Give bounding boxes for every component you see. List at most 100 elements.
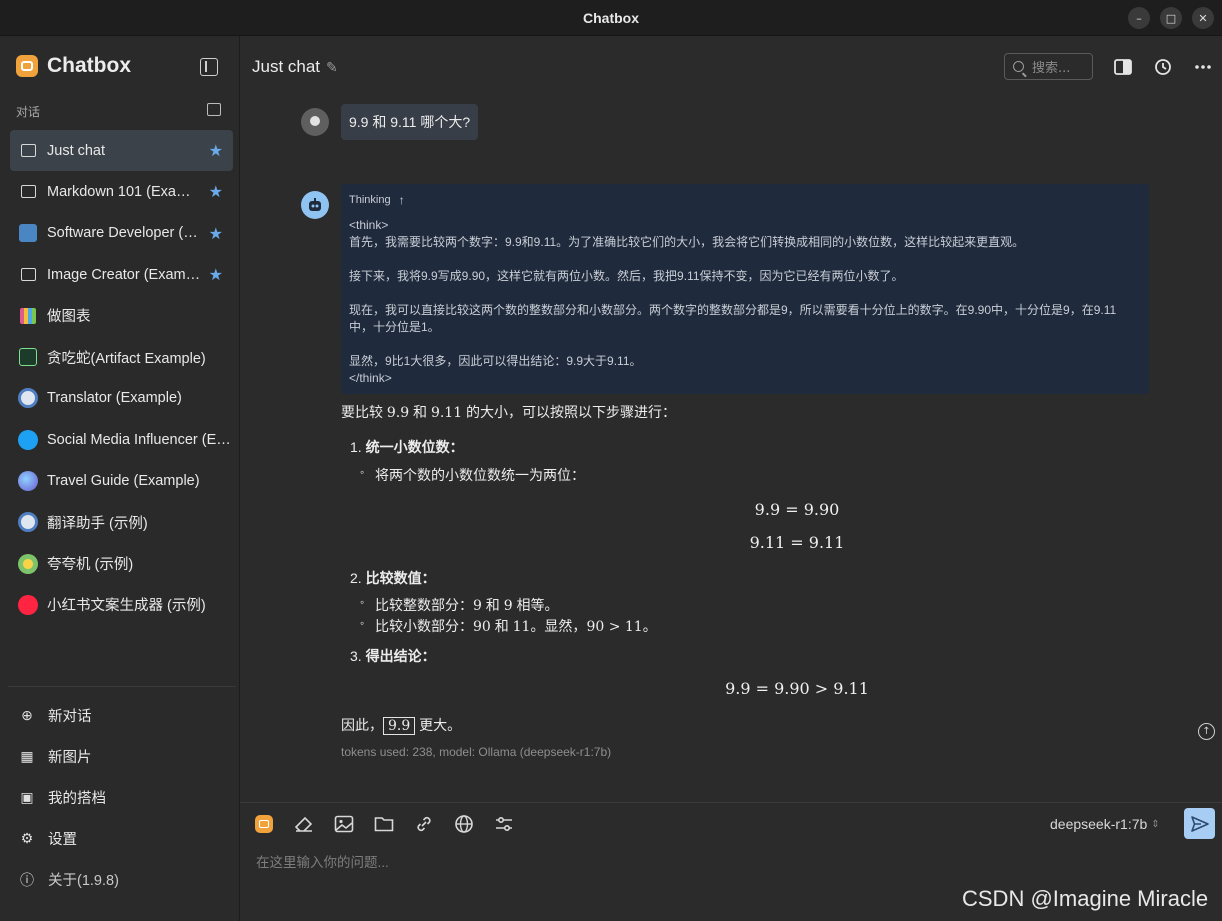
- gear-icon: ⚙: [20, 830, 34, 846]
- snake-avatar-icon: [18, 347, 38, 367]
- chat-main: Just chat ✎ 搜索... 9.9 和 9.11 哪个大? Thinki…: [240, 36, 1222, 921]
- answer-conclusion: 因此， 9.9 更大。: [341, 715, 461, 735]
- maximize-icon[interactable]: □: [1160, 7, 1182, 29]
- history-icon[interactable]: [1154, 58, 1172, 76]
- model-selector[interactable]: deepseek-r1:7b ⇕: [1050, 816, 1160, 832]
- conversation-item-just-chat[interactable]: Just chat ★: [10, 130, 233, 172]
- conversation-label: 做图表: [47, 309, 91, 326]
- step-title: 统一小数位数: [365, 439, 450, 455]
- close-icon[interactable]: ✕: [1192, 7, 1214, 29]
- message-input[interactable]: 在这里输入你的问题...: [256, 851, 389, 871]
- conversation-label: Translator (Example): [47, 390, 182, 407]
- send-button[interactable]: [1184, 808, 1215, 839]
- search-placeholder: 搜索...: [1032, 61, 1071, 76]
- about-label: 关于(1.9.8): [48, 873, 119, 889]
- thinking-line: 接下来，我将9.9写成9.90，这样它就有两位小数。然后，我把9.11保持不变，…: [349, 269, 904, 283]
- conversation-item-snake[interactable]: 贪吃蛇(Artifact Example): [10, 336, 233, 377]
- search-icon: [1013, 61, 1024, 72]
- conversation-label: 贪吃蛇(Artifact Example): [47, 350, 206, 367]
- conversation-item-travel-guide[interactable]: Travel Guide (Example): [10, 460, 233, 501]
- star-icon[interactable]: ★: [209, 224, 223, 244]
- star-icon[interactable]: ★: [209, 141, 223, 161]
- step-1: 1. 统一小数位数：: [350, 439, 464, 455]
- watermark: CSDN @Imagine Miracle: [962, 886, 1209, 911]
- settings-sliders-icon[interactable]: [493, 813, 515, 835]
- settings-label: 设置: [48, 832, 77, 848]
- user-message: 9.9 和 9.11 哪个大?: [341, 104, 479, 140]
- send-icon: [1190, 815, 1209, 832]
- conversation-label: Image Creator (Example): [47, 266, 202, 283]
- xiaohongshu-avatar-icon: [18, 594, 38, 615]
- more-options-icon[interactable]: [1194, 58, 1212, 76]
- conversation-item-translator[interactable]: Translator (Example): [10, 378, 233, 419]
- answer-intro: 要比较 9.9 和 9.11 的大小，可以按照以下步骤进行：: [341, 402, 676, 422]
- user-avatar: [301, 108, 329, 136]
- search-input[interactable]: 搜索...: [1004, 53, 1093, 80]
- image-upload-icon[interactable]: [333, 813, 355, 835]
- window-titlebar: Chatbox – □ ✕: [0, 0, 1222, 36]
- text: 因此，: [341, 717, 383, 733]
- thinking-line: [349, 251, 1141, 268]
- conversation-item-markdown[interactable]: Markdown 101 (Example) ★: [10, 171, 233, 212]
- conversation-item-chart[interactable]: 做图表: [10, 295, 233, 336]
- math-inline: 9.11: [430, 405, 463, 421]
- chatbox-logo-icon[interactable]: [253, 813, 275, 835]
- math-inline: 9: [473, 598, 482, 614]
- chat-title[interactable]: Just chat ✎: [252, 57, 338, 77]
- archive-icon[interactable]: [207, 103, 221, 116]
- folder-icon[interactable]: [373, 813, 395, 835]
- globe-icon[interactable]: [453, 813, 475, 835]
- about-button[interactable]: ⓘ 关于(1.9.8): [8, 859, 236, 900]
- settings-button[interactable]: ⚙ 设置: [8, 818, 236, 859]
- conversation-item-xiaohongshu[interactable]: 小红书文案生成器 (示例): [10, 584, 233, 625]
- eraser-icon[interactable]: [293, 813, 315, 835]
- text: 。显然，: [530, 618, 587, 634]
- thinking-line: [349, 285, 1141, 302]
- math-block: 9.9 = 9.90 > 9.11: [725, 679, 869, 698]
- conversation-label: Software Developer (Example): [47, 225, 202, 242]
- conversation-item-software-developer[interactable]: Software Developer (Example) ★: [10, 213, 233, 254]
- thinking-header[interactable]: Thinking ↑: [349, 193, 1141, 207]
- math-inline: 90: [473, 619, 491, 635]
- text: 和: [481, 597, 504, 613]
- scroll-to-top-icon[interactable]: ↑: [1198, 723, 1215, 740]
- chat-bubble-icon: [18, 182, 38, 202]
- star-icon[interactable]: ★: [209, 265, 223, 285]
- step-2-bullet-2: 比较小数部分：90 和 11。显然，90 > 11。: [360, 616, 657, 636]
- new-chat-button[interactable]: ⊕ 新对话: [8, 695, 236, 736]
- math-inline: 90 > 11: [586, 619, 643, 635]
- conversation-item-image-creator[interactable]: Image Creator (Example) ★: [10, 254, 233, 295]
- text: 比较整数部分：: [375, 597, 473, 613]
- star-icon[interactable]: ★: [209, 182, 223, 202]
- conversation-item-praise-bot[interactable]: 夸夸机 (示例): [10, 543, 233, 584]
- text: 。: [642, 618, 657, 634]
- step-title: 比较数值: [365, 570, 422, 586]
- sidebar: Chatbox 对话 Just chat ★ Markdown 101 (Exa…: [0, 36, 240, 921]
- thinking-line: 现在，我可以直接比较这两个数的整数部分和小数部分。两个数字的整数部分都是9，所以…: [349, 303, 1117, 317]
- text: 相等。: [512, 597, 559, 613]
- conversation-item-social-media[interactable]: Social Media Influencer (Example): [10, 419, 233, 460]
- brand-name: Chatbox: [47, 54, 131, 77]
- collapse-arrow-up-icon[interactable]: ↑: [399, 193, 405, 207]
- model-name: deepseek-r1:7b: [1050, 816, 1148, 832]
- math-block: 9.9 = 9.90: [754, 500, 840, 519]
- minimize-icon[interactable]: –: [1128, 7, 1150, 29]
- text: 的大小，可以按照以下步骤进行：: [462, 404, 676, 420]
- my-partners-label: 我的搭档: [48, 791, 106, 807]
- conversation-label: Social Media Influencer (Example): [47, 431, 233, 448]
- text: 更大。: [415, 717, 462, 733]
- edit-pencil-icon[interactable]: ✎: [326, 59, 338, 76]
- math-inline: 11: [512, 619, 531, 635]
- split-view-icon[interactable]: [1114, 58, 1132, 76]
- section-label: 对话: [16, 105, 41, 119]
- my-partners-button[interactable]: ▣ 我的搭档: [8, 777, 236, 818]
- new-image-label: 新图片: [48, 750, 92, 766]
- collapse-sidebar-icon[interactable]: [200, 58, 218, 76]
- link-icon[interactable]: [413, 813, 435, 835]
- step-3: 3. 得出结论：: [350, 648, 436, 664]
- text: 比较小数部分：: [375, 618, 473, 634]
- conversation-item-translation-helper[interactable]: 翻译助手 (示例): [10, 502, 233, 543]
- new-image-button[interactable]: ▦ 新图片: [8, 736, 236, 777]
- thinking-line: 显然，9比1大很多，因此可以得出结论：9.9大于9.11。: [349, 354, 642, 368]
- step-1-bullet: 将两个数的小数位数统一为两位：: [360, 465, 585, 485]
